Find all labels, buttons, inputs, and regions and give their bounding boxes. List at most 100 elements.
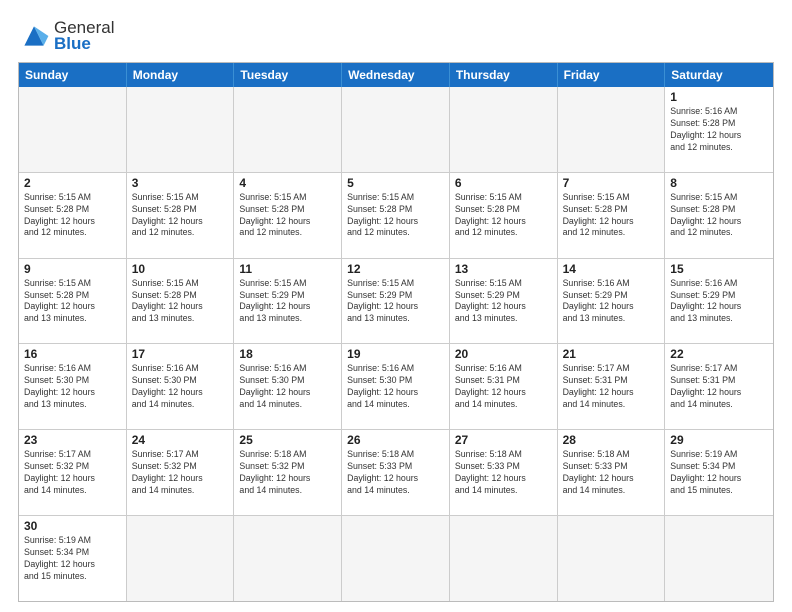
day-number: 11 [239,262,336,276]
calendar-row-4: 23 Sunrise: 5:17 AMSunset: 5:32 PMDayligh… [19,429,773,515]
calendar-row-0: 1 Sunrise: 5:16 AMSunset: 5:28 PMDaylight… [19,87,773,172]
day-number: 26 [347,433,444,447]
empty-cell [558,87,666,172]
day-number: 30 [24,519,121,533]
day-number: 8 [670,176,768,190]
day-info: Sunrise: 5:15 AMSunset: 5:28 PMDaylight:… [670,192,768,240]
empty-cell [234,516,342,601]
day-number: 2 [24,176,121,190]
header-day-wednesday: Wednesday [342,63,450,87]
day-number: 14 [563,262,660,276]
day-cell-25: 25 Sunrise: 5:18 AMSunset: 5:32 PMDayligh… [234,430,342,515]
day-info: Sunrise: 5:16 AMSunset: 5:30 PMDaylight:… [132,363,229,411]
day-info: Sunrise: 5:18 AMSunset: 5:33 PMDaylight:… [347,449,444,497]
calendar-row-2: 9 Sunrise: 5:15 AMSunset: 5:28 PMDaylight… [19,258,773,344]
day-cell-30: 30 Sunrise: 5:19 AMSunset: 5:34 PMDayligh… [19,516,127,601]
day-cell-14: 14 Sunrise: 5:16 AMSunset: 5:29 PMDayligh… [558,259,666,344]
day-number: 24 [132,433,229,447]
empty-cell [342,516,450,601]
day-info: Sunrise: 5:15 AMSunset: 5:28 PMDaylight:… [455,192,552,240]
day-info: Sunrise: 5:15 AMSunset: 5:29 PMDaylight:… [347,278,444,326]
header-day-sunday: Sunday [19,63,127,87]
day-info: Sunrise: 5:15 AMSunset: 5:29 PMDaylight:… [455,278,552,326]
header-day-friday: Friday [558,63,666,87]
day-info: Sunrise: 5:16 AMSunset: 5:30 PMDaylight:… [24,363,121,411]
day-cell-20: 20 Sunrise: 5:16 AMSunset: 5:31 PMDayligh… [450,344,558,429]
day-info: Sunrise: 5:16 AMSunset: 5:29 PMDaylight:… [670,278,768,326]
day-cell-19: 19 Sunrise: 5:16 AMSunset: 5:30 PMDayligh… [342,344,450,429]
day-cell-24: 24 Sunrise: 5:17 AMSunset: 5:32 PMDayligh… [127,430,235,515]
empty-cell [342,87,450,172]
day-number: 27 [455,433,552,447]
day-number: 13 [455,262,552,276]
day-number: 17 [132,347,229,361]
day-cell-18: 18Sunrise: 5:16 AMSunset: 5:30 PMDayligh… [234,344,342,429]
day-cell-5: 5 Sunrise: 5:15 AMSunset: 5:28 PMDaylight… [342,173,450,258]
day-number: 10 [132,262,229,276]
empty-cell [127,87,235,172]
day-cell-16: 16 Sunrise: 5:16 AMSunset: 5:30 PMDayligh… [19,344,127,429]
day-info: Sunrise: 5:17 AMSunset: 5:32 PMDaylight:… [132,449,229,497]
day-cell-21: 21Sunrise: 5:17 AMSunset: 5:31 PMDayligh… [558,344,666,429]
day-info: Sunrise: 5:15 AMSunset: 5:28 PMDaylight:… [24,192,121,240]
day-number: 6 [455,176,552,190]
day-number: 7 [563,176,660,190]
day-info: Sunrise: 5:16 AMSunset: 5:30 PMDaylight:… [347,363,444,411]
day-info: Sunrise: 5:16 AMSunset: 5:28 PMDaylight:… [670,106,768,154]
day-number: 22 [670,347,768,361]
logo: General Blue [18,18,114,54]
day-cell-26: 26 Sunrise: 5:18 AMSunset: 5:33 PMDayligh… [342,430,450,515]
empty-cell [234,87,342,172]
day-number: 1 [670,90,768,104]
day-cell-17: 17 Sunrise: 5:16 AMSunset: 5:30 PMDayligh… [127,344,235,429]
day-number: 28 [563,433,660,447]
page: General Blue SundayMondayTuesdayWednesda… [0,0,792,612]
header-day-tuesday: Tuesday [234,63,342,87]
day-number: 15 [670,262,768,276]
day-number: 3 [132,176,229,190]
day-cell-13: 13 Sunrise: 5:15 AMSunset: 5:29 PMDayligh… [450,259,558,344]
day-info: Sunrise: 5:15 AMSunset: 5:28 PMDaylight:… [132,192,229,240]
day-cell-28: 28 Sunrise: 5:18 AMSunset: 5:33 PMDayligh… [558,430,666,515]
header-day-thursday: Thursday [450,63,558,87]
day-number: 21 [563,347,660,361]
day-cell-10: 10Sunrise: 5:15 AMSunset: 5:28 PMDayligh… [127,259,235,344]
day-info: Sunrise: 5:16 AMSunset: 5:29 PMDaylight:… [563,278,660,326]
day-cell-3: 3 Sunrise: 5:15 AMSunset: 5:28 PMDaylight… [127,173,235,258]
day-cell-29: 29Sunrise: 5:19 AMSunset: 5:34 PMDayligh… [665,430,773,515]
day-info: Sunrise: 5:18 AMSunset: 5:32 PMDaylight:… [239,449,336,497]
day-cell-8: 8 Sunrise: 5:15 AMSunset: 5:28 PMDaylight… [665,173,773,258]
day-cell-11: 11 Sunrise: 5:15 AMSunset: 5:29 PMDayligh… [234,259,342,344]
day-number: 25 [239,433,336,447]
logo-text: General Blue [54,18,114,54]
day-number: 5 [347,176,444,190]
day-number: 20 [455,347,552,361]
day-cell-27: 27Sunrise: 5:18 AMSunset: 5:33 PMDayligh… [450,430,558,515]
day-cell-15: 15 Sunrise: 5:16 AMSunset: 5:29 PMDayligh… [665,259,773,344]
day-cell-4: 4Sunrise: 5:15 AMSunset: 5:28 PMDaylight… [234,173,342,258]
day-cell-1: 1 Sunrise: 5:16 AMSunset: 5:28 PMDaylight… [665,87,773,172]
day-number: 23 [24,433,121,447]
empty-cell [450,87,558,172]
day-info: Sunrise: 5:17 AMSunset: 5:31 PMDaylight:… [670,363,768,411]
calendar-row-5: 30 Sunrise: 5:19 AMSunset: 5:34 PMDayligh… [19,515,773,601]
empty-cell [127,516,235,601]
day-number: 19 [347,347,444,361]
day-cell-9: 9 Sunrise: 5:15 AMSunset: 5:28 PMDaylight… [19,259,127,344]
empty-cell [558,516,666,601]
day-info: Sunrise: 5:15 AMSunset: 5:28 PMDaylight:… [347,192,444,240]
day-info: Sunrise: 5:15 AMSunset: 5:28 PMDaylight:… [24,278,121,326]
empty-cell [665,516,773,601]
day-info: Sunrise: 5:18 AMSunset: 5:33 PMDaylight:… [563,449,660,497]
day-info: Sunrise: 5:19 AMSunset: 5:34 PMDaylight:… [24,535,121,583]
day-info: Sunrise: 5:16 AMSunset: 5:31 PMDaylight:… [455,363,552,411]
day-cell-23: 23Sunrise: 5:17 AMSunset: 5:32 PMDayligh… [19,430,127,515]
day-number: 9 [24,262,121,276]
day-info: Sunrise: 5:15 AMSunset: 5:29 PMDaylight:… [239,278,336,326]
calendar-row-1: 2 Sunrise: 5:15 AMSunset: 5:28 PMDaylight… [19,172,773,258]
calendar-row-3: 16 Sunrise: 5:16 AMSunset: 5:30 PMDayligh… [19,343,773,429]
day-number: 16 [24,347,121,361]
day-number: 29 [670,433,768,447]
day-info: Sunrise: 5:16 AMSunset: 5:30 PMDaylight:… [239,363,336,411]
day-number: 4 [239,176,336,190]
